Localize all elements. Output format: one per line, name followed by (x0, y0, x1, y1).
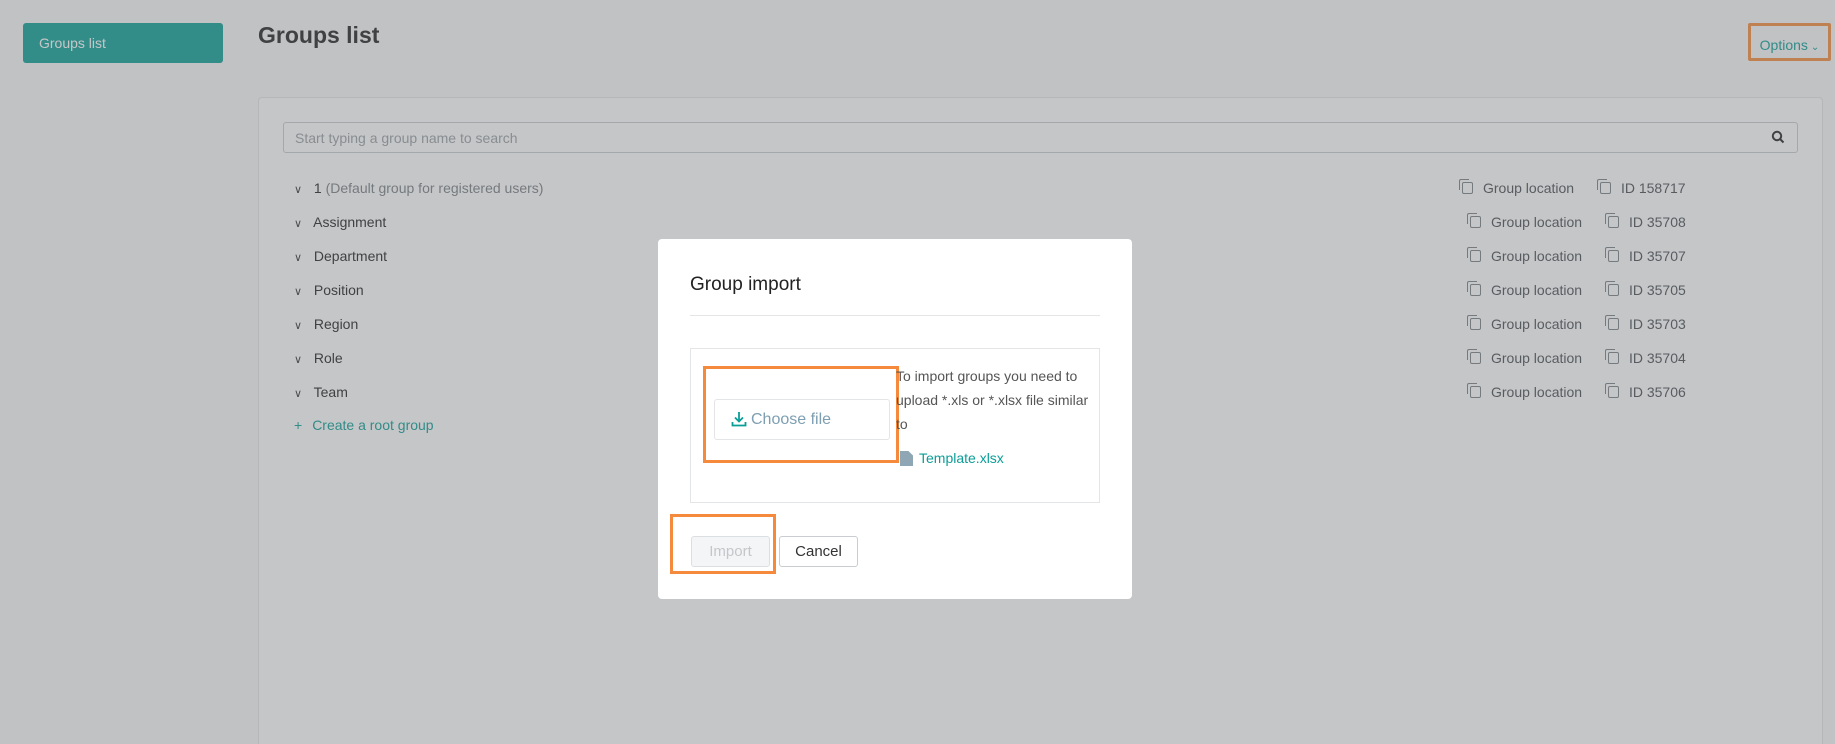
dialog-title: Group import (690, 274, 801, 295)
cancel-button[interactable]: Cancel (779, 536, 858, 567)
divider (690, 315, 1100, 316)
template-link-label: Template.xlsx (919, 450, 1004, 466)
choose-file-highlight (703, 366, 899, 463)
template-download-link[interactable]: Template.xlsx (900, 448, 1004, 468)
group-import-dialog: Group import Choose file To import group… (658, 239, 1132, 599)
file-icon (900, 451, 913, 466)
import-highlight (670, 514, 776, 574)
import-hint-text: To import groups you need to upload *.xl… (896, 368, 1089, 432)
